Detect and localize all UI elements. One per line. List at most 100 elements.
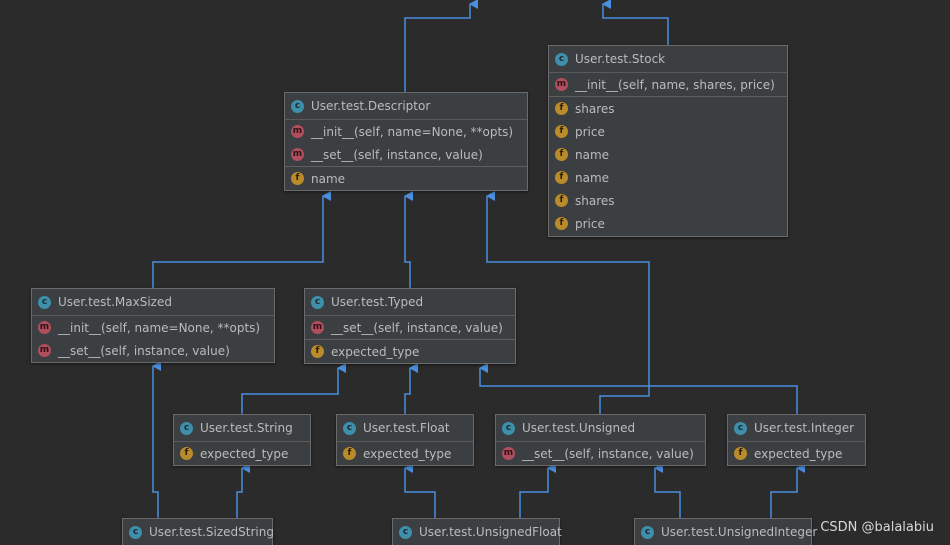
class-header: c User.test.String [174, 415, 310, 442]
member-label: __set__(self, instance, value) [311, 147, 483, 162]
member-row: f price [549, 212, 787, 235]
field-icon: f [291, 172, 304, 185]
class-icon: c [38, 295, 51, 309]
class-header: c User.test.SizedString [123, 519, 274, 545]
class-header: c User.test.UnsignedInteger [635, 519, 817, 545]
class-title: User.test.MaxSized [58, 295, 172, 309]
class-header: c User.test.Integer [728, 415, 865, 442]
class-box-typed[interactable]: c User.test.Typed m __set__(self, instanc… [304, 288, 516, 364]
method-icon: m [311, 321, 324, 334]
class-title: User.test.UnsignedFloat [419, 525, 562, 539]
member-label: __init__(self, name=None, **opts) [311, 124, 514, 139]
member-label: expected_type [331, 344, 420, 359]
class-box-descriptor[interactable]: c User.test.Descriptor m __init__(self, n… [284, 92, 528, 191]
class-title: User.test.Stock [575, 52, 666, 66]
edge-unsignedinteger-to-integer [770, 463, 805, 518]
member-label: expected_type [363, 446, 452, 461]
class-icon: c [399, 525, 412, 539]
class-icon: c [555, 52, 568, 66]
member-row: m __init__(self, name=None, **opts) [285, 120, 527, 143]
method-icon: m [38, 344, 51, 357]
method-icon: m [38, 321, 51, 334]
member-label: __init__(self, name=None, **opts) [58, 320, 261, 335]
member-label: name [575, 147, 610, 162]
class-title: User.test.String [200, 421, 293, 435]
member-row: m __init__(self, name=None, **opts) [32, 316, 274, 339]
member-row: f expected_type [305, 339, 515, 363]
member-label: price [575, 216, 605, 231]
member-row: f expected_type [337, 442, 473, 465]
member-row: f expected_type [728, 442, 865, 465]
edge-maxsized-to-descriptor [152, 191, 331, 288]
member-row: f name [549, 166, 787, 189]
class-box-float[interactable]: c User.test.Float f expected_type [336, 414, 474, 466]
member-label: expected_type [754, 446, 843, 461]
class-icon: c [291, 99, 304, 113]
class-box-unsigned[interactable]: c User.test.Unsigned m __set__(self, inst… [495, 414, 706, 466]
class-icon: c [311, 295, 324, 309]
edge-integer-to-typed [479, 363, 798, 414]
edge-stock-to-object [602, 0, 669, 45]
edge-sizedstring-to-string [236, 463, 250, 518]
member-label: __set__(self, instance, value) [331, 320, 503, 335]
edge-float-to-typed [404, 363, 418, 414]
member-label: shares [575, 193, 615, 208]
class-box-unsignedinteger[interactable]: c User.test.UnsignedInteger [634, 518, 817, 545]
class-header: c User.test.Stock [549, 46, 787, 73]
member-row: m __init__(self, name, shares, price) [549, 73, 787, 96]
member-row: m __set__(self, instance, value) [305, 316, 515, 339]
member-label: __set__(self, instance, value) [58, 343, 230, 358]
class-header: c User.test.Typed [305, 289, 515, 316]
edge-typed-to-descriptor [404, 191, 413, 288]
class-title: User.test.Unsigned [522, 421, 636, 435]
class-header: c User.test.MaxSized [32, 289, 274, 316]
method-icon: m [555, 78, 568, 91]
class-box-unsignedfloat[interactable]: c User.test.UnsignedFloat [392, 518, 562, 545]
class-icon: c [502, 421, 515, 435]
class-icon: c [641, 525, 654, 539]
class-icon: c [180, 421, 193, 435]
field-icon: f [555, 194, 568, 207]
member-row: m __set__(self, instance, value) [285, 143, 527, 166]
member-row: f shares [549, 189, 787, 212]
member-label: __set__(self, instance, value) [522, 446, 694, 461]
edge-string-to-typed [241, 363, 346, 414]
field-icon: f [555, 125, 568, 138]
class-icon: c [343, 421, 356, 435]
field-icon: f [555, 102, 568, 115]
class-box-integer[interactable]: c User.test.Integer f expected_type [727, 414, 866, 466]
member-row: f name [549, 143, 787, 166]
class-header: c User.test.Descriptor [285, 93, 527, 120]
class-box-sizedstring[interactable]: c User.test.SizedString [122, 518, 274, 545]
member-row: m __set__(self, instance, value) [496, 442, 705, 465]
edge-unsignedfloat-to-float [404, 463, 436, 518]
class-title: User.test.Float [363, 421, 450, 435]
class-title: User.test.UnsignedInteger [661, 525, 818, 539]
member-row: f shares [549, 96, 787, 120]
class-icon: c [734, 421, 747, 435]
field-icon: f [343, 447, 356, 460]
edge-unsignedinteger-to-unsigned [654, 463, 681, 518]
member-label: expected_type [200, 446, 289, 461]
class-box-stock[interactable]: c User.test.Stock m __init__(self, name, … [548, 45, 788, 237]
member-label: shares [575, 101, 615, 116]
field-icon: f [311, 345, 324, 358]
field-icon: f [555, 171, 568, 184]
method-icon: m [502, 447, 515, 460]
class-title: User.test.Typed [331, 295, 424, 309]
field-icon: f [555, 148, 568, 161]
member-row: f price [549, 120, 787, 143]
method-icon: m [291, 148, 304, 161]
watermark: CSDN @balalabiu [820, 520, 934, 535]
method-icon: m [291, 125, 304, 138]
member-label: name [575, 170, 610, 185]
member-row: f expected_type [174, 442, 310, 465]
class-title: User.test.Descriptor [311, 99, 431, 113]
class-box-maxsized[interactable]: c User.test.MaxSized m __init__(self, nam… [31, 288, 275, 363]
edge-descriptor-to-object [404, 0, 478, 92]
class-title: User.test.SizedString [149, 525, 274, 539]
member-row: f name [285, 166, 527, 190]
class-box-string[interactable]: c User.test.String f expected_type [173, 414, 311, 466]
field-icon: f [180, 447, 193, 460]
member-row: m __set__(self, instance, value) [32, 339, 274, 362]
